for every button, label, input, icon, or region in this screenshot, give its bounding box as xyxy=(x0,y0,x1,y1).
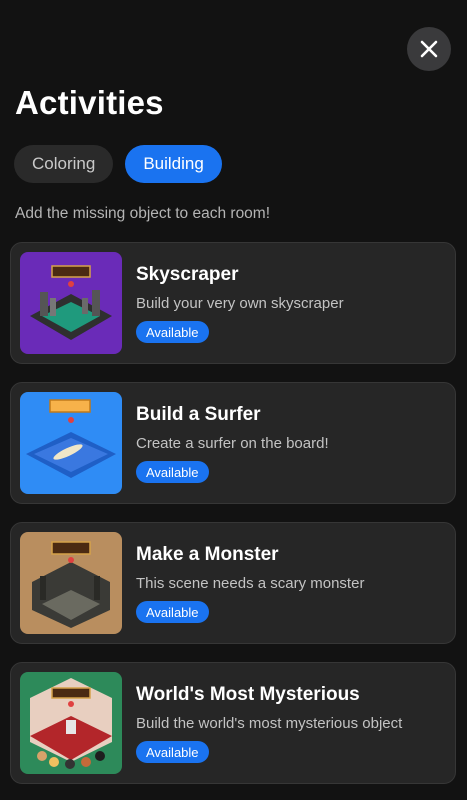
status-badge: Available xyxy=(136,461,209,483)
tab-building[interactable]: Building xyxy=(125,145,222,183)
card-title: Build a Surfer xyxy=(136,404,261,425)
activity-card-mysterious[interactable]: World's Most Mysterious Build the world'… xyxy=(10,662,456,784)
status-badge: Available xyxy=(136,601,209,623)
card-title: World's Most Mysterious xyxy=(136,684,360,705)
category-tabs: Coloring Building xyxy=(14,145,222,183)
activities-screen: Activities Coloring Building Add the mis… xyxy=(0,0,467,800)
surfer-thumbnail xyxy=(20,392,122,494)
instruction-text: Add the missing object to each room! xyxy=(15,205,271,222)
status-badge: Available xyxy=(136,741,209,763)
card-description: This scene needs a scary monster xyxy=(136,575,365,592)
mysterious-thumbnail xyxy=(20,672,122,774)
card-title: Make a Monster xyxy=(136,544,279,565)
skyscraper-thumbnail xyxy=(20,252,122,354)
card-description: Build the world's most mysterious object xyxy=(136,715,403,732)
card-description: Create a surfer on the board! xyxy=(136,435,329,452)
close-icon xyxy=(420,40,438,58)
page-title: Activities xyxy=(15,84,164,121)
activity-card-skyscraper[interactable]: Skyscraper Build your very own skyscrape… xyxy=(10,242,456,364)
close-button[interactable] xyxy=(407,27,451,71)
activity-card-surfer[interactable]: Build a Surfer Create a surfer on the bo… xyxy=(10,382,456,504)
status-badge: Available xyxy=(136,321,209,343)
card-description: Build your very own skyscraper xyxy=(136,295,344,312)
tab-coloring[interactable]: Coloring xyxy=(14,145,114,183)
activity-card-monster[interactable]: Make a Monster This scene needs a scary … xyxy=(10,522,456,644)
card-title: Skyscraper xyxy=(136,264,239,285)
monster-thumbnail xyxy=(20,532,122,634)
